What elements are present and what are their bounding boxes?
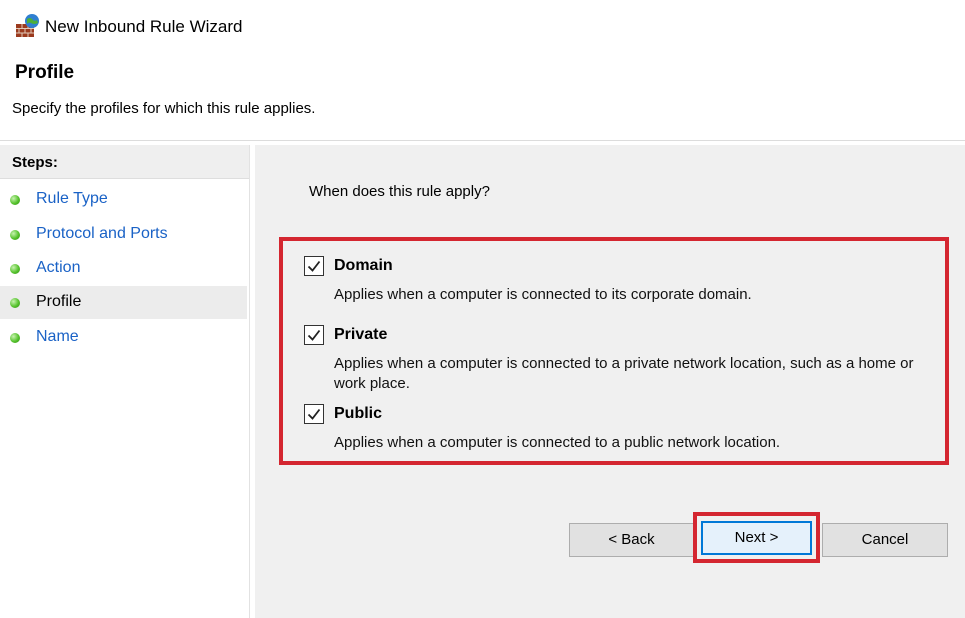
next-button[interactable]: Next >: [701, 521, 812, 555]
step-status-icon: [10, 298, 20, 308]
window-title: New Inbound Rule Wizard: [45, 17, 243, 36]
profile-question: When does this rule apply?: [309, 183, 490, 200]
step-name[interactable]: Name: [0, 321, 247, 354]
step-status-icon: [10, 195, 20, 205]
content-panel: When does this rule apply? Domain Applie…: [255, 145, 965, 618]
firewall-wall-globe-icon: [16, 14, 39, 37]
step-label: Action: [36, 259, 81, 276]
public-checkbox[interactable]: [304, 404, 324, 424]
private-checkbox[interactable]: [304, 325, 324, 345]
step-action[interactable]: Action: [0, 252, 247, 285]
checkmark-icon: [307, 408, 321, 420]
public-description: Applies when a computer is connected to …: [334, 434, 781, 451]
domain-checkbox[interactable]: [304, 256, 324, 276]
step-label: Rule Type: [36, 190, 108, 207]
wizard-window: New Inbound Rule Wizard Profile Specify …: [0, 0, 965, 618]
back-button[interactable]: < Back: [569, 523, 694, 557]
checkmark-icon: [307, 329, 321, 341]
step-status-icon: [10, 333, 20, 343]
step-label: Profile: [36, 293, 82, 310]
steps-panel: Steps: Rule Type Protocol and Ports Acti…: [0, 145, 250, 618]
step-status-icon: [10, 230, 20, 240]
step-label: Name: [36, 328, 79, 345]
title-bar: New Inbound Rule Wizard: [0, 0, 965, 54]
private-label[interactable]: Private: [334, 326, 387, 344]
step-status-icon: [10, 264, 20, 274]
private-description: Applies when a computer is connected to …: [334, 355, 914, 392]
checkmark-icon: [307, 260, 321, 272]
step-label: Protocol and Ports: [36, 225, 168, 242]
page-title: Profile: [15, 62, 75, 83]
steps-header: Steps:: [0, 145, 249, 179]
public-label[interactable]: Public: [334, 405, 382, 423]
domain-label[interactable]: Domain: [334, 257, 393, 275]
cancel-button[interactable]: Cancel: [822, 523, 948, 557]
step-rule-type[interactable]: Rule Type: [0, 183, 247, 216]
header-divider: [0, 140, 965, 141]
domain-description: Applies when a computer is connected to …: [334, 286, 752, 303]
page-subtitle: Specify the profiles for which this rule…: [12, 100, 316, 117]
step-profile: Profile: [0, 286, 247, 319]
steps-heading: Steps:: [12, 154, 58, 171]
step-protocol-and-ports[interactable]: Protocol and Ports: [0, 218, 247, 251]
